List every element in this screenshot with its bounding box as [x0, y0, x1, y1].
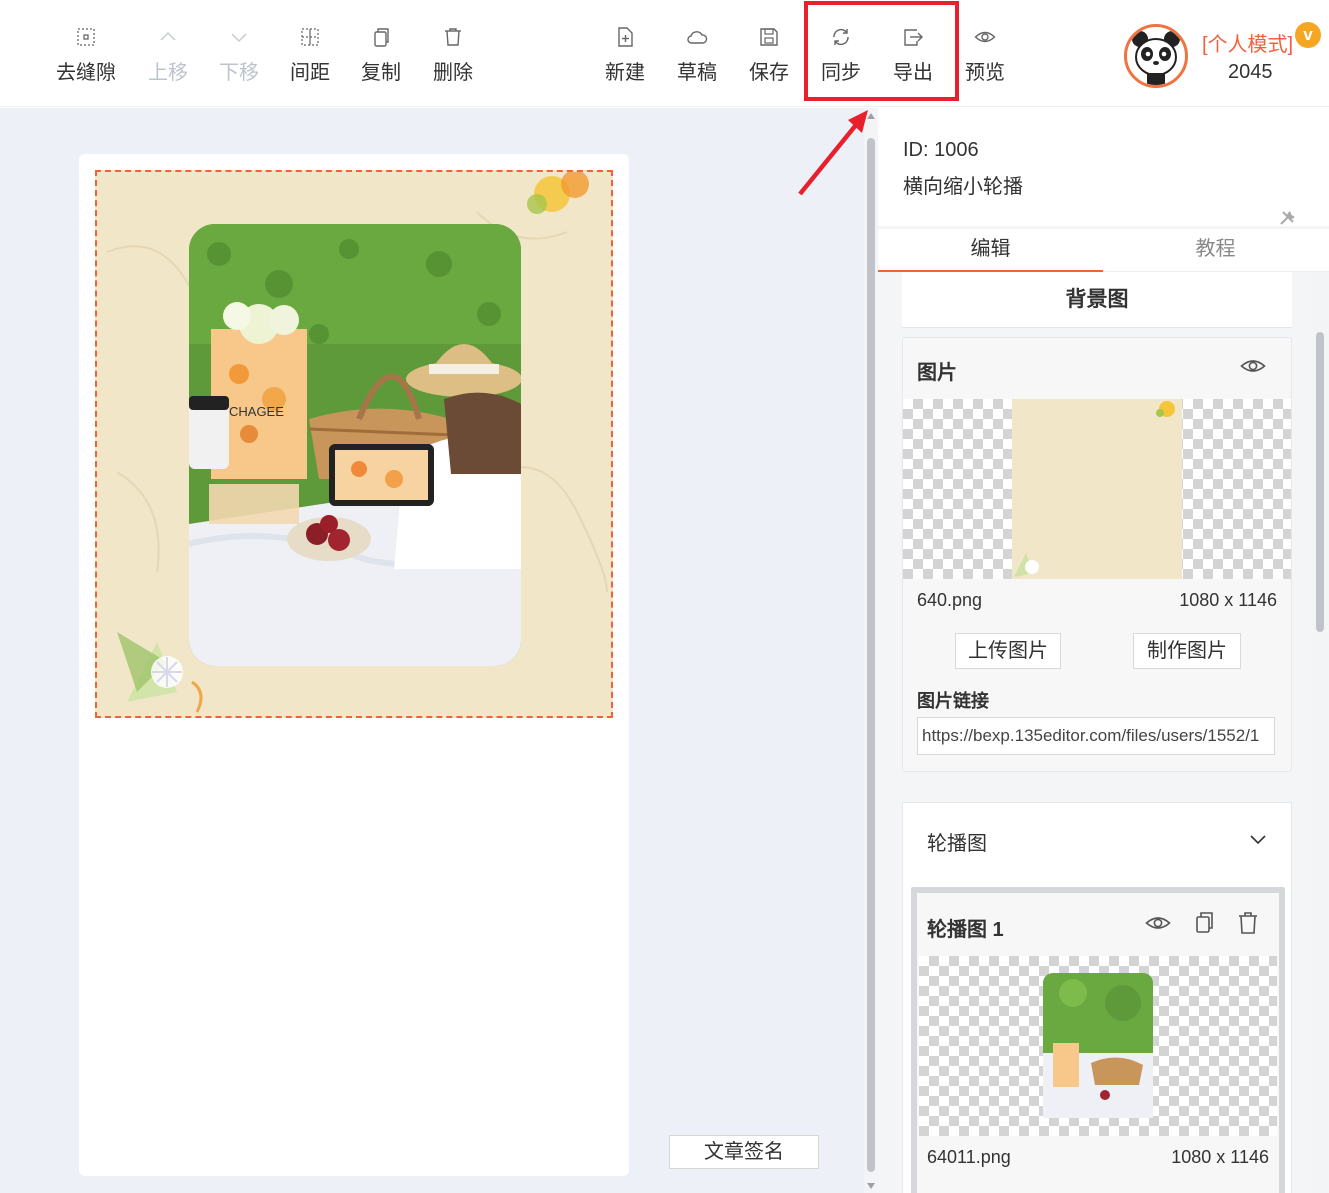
draft-label: 草稿: [677, 62, 717, 84]
remove-gap-label: 去缝隙: [56, 62, 116, 84]
article-signature-button[interactable]: 文章签名: [669, 1135, 819, 1169]
tab-edit[interactable]: 编辑: [878, 229, 1103, 272]
copy-button[interactable]: 复制: [346, 26, 416, 88]
draft-button[interactable]: 草稿: [662, 26, 732, 88]
save-button[interactable]: 保存: [734, 26, 804, 88]
trash-icon[interactable]: [1237, 911, 1259, 935]
image-card-title: 图片: [917, 362, 957, 384]
panel-scrollbar-thumb[interactable]: [1316, 332, 1324, 632]
template-name: 横向缩小轮播: [903, 176, 1023, 198]
background-image-card: 图片 640.png 1080 x 1146 上传图片 制作图片 图片链接: [902, 337, 1292, 772]
copy-icon[interactable]: [1193, 911, 1215, 935]
make-image-button[interactable]: 制作图片: [1133, 633, 1241, 669]
tab-tutorial[interactable]: 教程: [1103, 229, 1328, 272]
image-link-input[interactable]: [917, 717, 1275, 755]
image-link-label: 图片链接: [917, 691, 989, 711]
vip-badge: v: [1295, 22, 1321, 48]
section-title-background: 背景图: [902, 272, 1292, 328]
spacing-icon: [301, 28, 319, 46]
panel-body: 背景图 图片 640.png 1080 x 1146 上传图片 制作图片 图片链…: [878, 272, 1329, 1193]
wrench-icon[interactable]: [1278, 208, 1298, 228]
picnic-photo[interactable]: CHAGEE: [189, 224, 521, 666]
spacing-label: 间距: [290, 62, 330, 84]
panel-scrollbar[interactable]: [1313, 272, 1327, 1193]
sync-export-highlight: [804, 1, 959, 101]
personal-mode-label[interactable]: [个人模式]: [1202, 28, 1293, 57]
delete-label: 删除: [433, 62, 473, 84]
chevron-down-icon: [231, 33, 247, 43]
move-up-button[interactable]: 上移: [133, 26, 203, 88]
upload-image-button[interactable]: 上传图片: [955, 633, 1061, 669]
image-file-size: 1080 x 1146: [1179, 590, 1277, 610]
save-icon: [760, 28, 778, 46]
new-label: 新建: [605, 62, 645, 84]
user-count: 2045: [1228, 61, 1273, 83]
remove-gap-icon: [77, 28, 95, 46]
carousel-slide-1: 轮播图 1 64011.png 1080 x 1146: [911, 887, 1285, 1193]
remove-gap-button[interactable]: 去缝隙: [51, 26, 121, 88]
cloud-icon: [687, 31, 708, 44]
properties-panel: ID: 1006 横向缩小轮播 编辑 教程 背景图 图片 640.png 108…: [878, 108, 1329, 1193]
carousel-card-title: 轮播图: [927, 833, 987, 855]
eye-icon[interactable]: [1145, 913, 1171, 933]
preview-button[interactable]: 预览: [950, 26, 1020, 88]
eye-icon: [974, 31, 996, 43]
copy-icon: [374, 28, 389, 47]
canvas-scrollbar-thumb[interactable]: [867, 138, 875, 1172]
avatar[interactable]: [1124, 24, 1188, 88]
annotation-arrow: [798, 110, 868, 196]
move-up-label: 上移: [148, 62, 188, 84]
toolbar: 去缝隙 上移 下移 间距 复制 删除 新建 草稿 保存 同步 导出 预览 [个人…: [0, 0, 1329, 107]
picnic-scene-image: CHAGEE: [189, 224, 521, 666]
preview-label: 预览: [965, 62, 1005, 84]
canvas-scrollbar[interactable]: [864, 108, 878, 1193]
save-label: 保存: [749, 62, 789, 84]
slide-file-size: 1080 x 1146: [1171, 1147, 1269, 1167]
new-file-icon: [618, 27, 633, 47]
background-image-preview: [903, 399, 1291, 579]
move-down-label: 下移: [219, 62, 259, 84]
image-file-name: 640.png: [917, 590, 983, 610]
slide-title: 轮播图 1: [927, 919, 1004, 941]
trash-icon: [445, 28, 461, 46]
slide-image-preview: [919, 956, 1277, 1136]
chevron-up-icon: [160, 31, 176, 41]
eye-icon[interactable]: [1240, 356, 1266, 376]
panel-tabs: 编辑 教程: [878, 226, 1329, 272]
carousel-card: 轮播图 轮播图 1 64011.png 1080 x 1146: [902, 802, 1292, 1193]
new-button[interactable]: 新建: [590, 26, 660, 88]
panda-avatar-icon: [1132, 31, 1180, 85]
scroll-down-arrow[interactable]: [867, 1183, 875, 1189]
article-paper: CHAGEE: [79, 154, 629, 1176]
move-down-button[interactable]: 下移: [204, 26, 274, 88]
template-id: ID: 1006: [903, 139, 979, 161]
slide-thumbnail: [1043, 973, 1153, 1118]
background-thumbnail: [1012, 399, 1182, 579]
editor-canvas: CHAGEE 文章签名: [0, 108, 864, 1193]
delete-button[interactable]: 删除: [418, 26, 488, 88]
photo-brand-text: CHAGEE: [229, 404, 284, 419]
chevron-down-icon[interactable]: [1248, 829, 1268, 849]
spacing-button[interactable]: 间距: [275, 26, 345, 88]
slide-file-name: 64011.png: [927, 1147, 1011, 1167]
copy-label: 复制: [361, 62, 401, 84]
background-image-frame[interactable]: CHAGEE: [95, 170, 613, 718]
